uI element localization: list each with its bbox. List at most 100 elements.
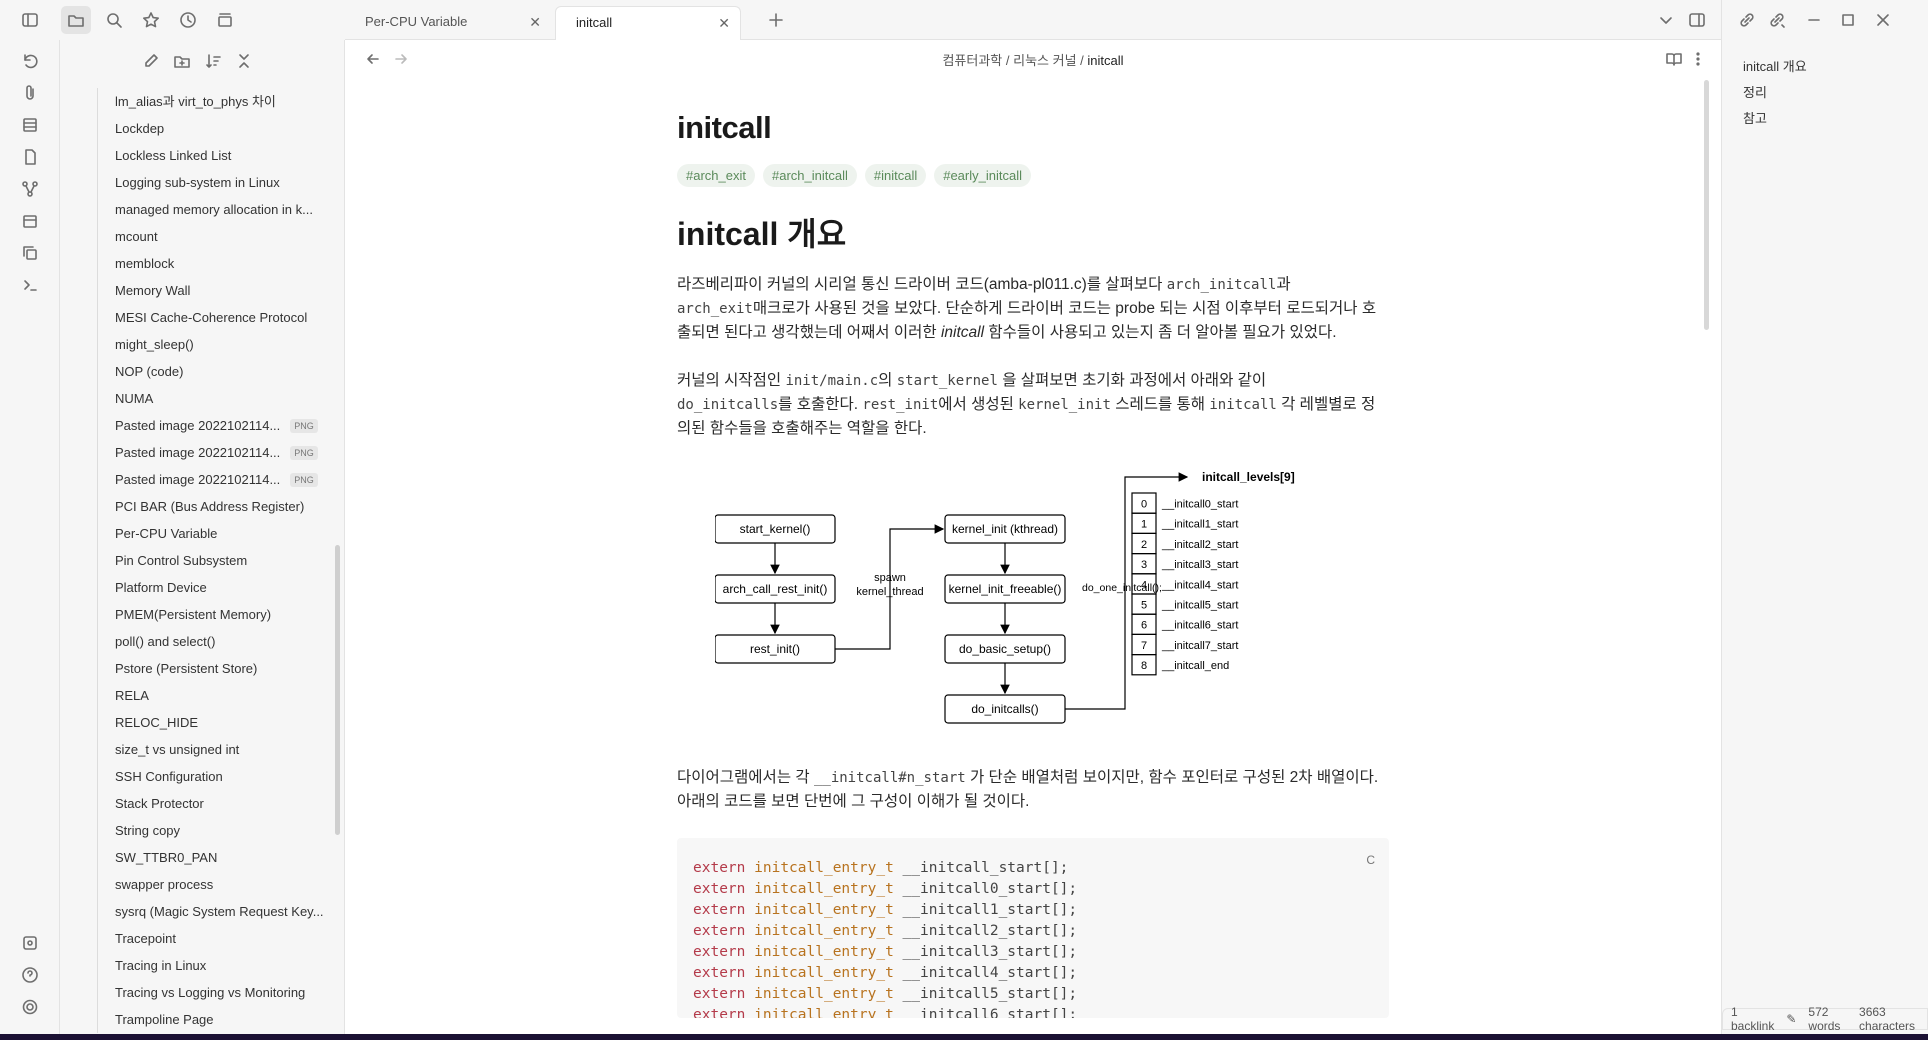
paperclip-icon[interactable] [19,82,41,104]
outline-item[interactable]: 정리 [1743,80,1807,106]
file-tree-item[interactable]: might_sleep() [98,331,327,358]
calendar-icon[interactable] [19,210,41,232]
tab-initcall[interactable]: initcall ✕ [555,6,741,40]
reading-view-icon[interactable] [1663,48,1685,70]
file-tree-item[interactable]: lm_alias과 virt_to_phys 차이 [98,88,327,115]
file-tree-item[interactable]: Pasted image 2022102114... PNG [98,439,327,466]
file-tree-item[interactable]: mcount [98,223,327,250]
status-bar: 1 backlink ✎ 572 words 3663 characters [1722,1005,1928,1033]
minimize-icon[interactable] [1803,9,1825,31]
file-tree-item[interactable]: size_t vs unsigned int [98,736,327,763]
file-tree-item[interactable]: Pasted image 2022102114... PNG [98,466,327,493]
explorer-toolbar [60,40,344,82]
backlink-count[interactable]: 1 backlink [1731,1005,1774,1033]
tag[interactable]: #early_initcall [934,164,1031,187]
note-content[interactable]: initcall #arch_exit #arch_initcall #init… [677,110,1389,1018]
tab-bar: Per-CPU Variable ✕ initcall ✕ [345,0,1721,40]
file-tree-item[interactable]: Tracing in Linux [98,952,327,979]
tag[interactable]: #arch_initcall [762,164,857,187]
file-tree-item[interactable]: Lockdep [98,115,327,142]
window-close-icon[interactable] [1872,9,1894,31]
file-tree-item[interactable]: Tracing vs Logging vs Monitoring [98,979,327,1006]
array-entry: __initcall3_start [1161,559,1238,571]
view-header: 컴퓨터과학 / 리눅스 커널 / initcall [345,40,1721,76]
file-tree-item[interactable]: String copy [98,817,327,844]
file-icon[interactable] [19,146,41,168]
note-title[interactable]: initcall [677,110,1389,146]
undo-icon[interactable] [19,50,41,72]
graph-icon[interactable] [19,178,41,200]
editor-scrollbar[interactable] [1704,80,1709,330]
breadcrumb-item[interactable]: 컴퓨터과학 [942,53,1002,68]
file-tree-item[interactable]: Memory Wall [98,277,327,304]
new-tab-icon[interactable] [765,9,787,31]
file-tree-item[interactable]: Tracepoint [98,925,327,952]
array-index: 3 [1141,559,1147,571]
file-tree-item[interactable]: MESI Cache-Coherence Protocol [98,304,327,331]
new-note-icon[interactable] [140,50,162,72]
array-index: 7 [1141,640,1147,652]
file-tree-item[interactable]: Pstore (Persistent Store) [98,655,327,682]
file-tree-item[interactable]: PMEM(Persistent Memory) [98,601,327,628]
file-tree-item[interactable]: NUMA [98,385,327,412]
breadcrumb-item[interactable]: 리눅스 커널 [1013,53,1076,68]
backlinks-icon[interactable] [1736,9,1758,31]
outgoing-links-icon[interactable] [1766,9,1788,31]
right-sidebar-toggle-icon[interactable] [1686,9,1708,31]
array-entry: __initcall_end [1161,660,1229,672]
cards-icon[interactable] [214,9,236,31]
file-tree-item[interactable]: Per-CPU Variable [98,520,327,547]
file-tree-item[interactable]: Logging sub-system in Linux [98,169,327,196]
help-icon[interactable] [19,964,41,986]
file-tree-item[interactable]: Pin Control Subsystem [98,547,327,574]
tag[interactable]: #initcall [864,164,927,187]
collapse-icon[interactable] [233,50,255,72]
tab-per-cpu-variable[interactable]: Per-CPU Variable ✕ [345,6,551,40]
breadcrumb: 컴퓨터과학 / 리눅스 커널 / initcall [942,53,1124,68]
clock-icon[interactable] [177,9,199,31]
terminal-icon[interactable] [19,274,41,296]
sidebar-toggle-icon[interactable] [19,9,41,31]
file-tree-item[interactable]: Pasted image 2022102114... PNG [98,412,327,439]
folder-icon[interactable] [61,6,91,34]
star-icon[interactable] [140,9,162,31]
file-tree-item[interactable]: PCI BAR (Bus Address Register) [98,493,327,520]
tag[interactable]: #arch_exit [677,164,755,187]
file-tree-item[interactable]: managed memory allocation in k... [98,196,327,223]
sort-icon[interactable] [202,50,224,72]
file-tree-item[interactable]: sysrq (Magic System Request Key... [98,898,327,925]
vault-icon[interactable] [19,932,41,954]
maximize-icon[interactable] [1837,9,1859,31]
sidebar-scrollbar[interactable] [335,545,340,835]
file-tree-item[interactable]: RELOC_HIDE [98,709,327,736]
file-tree-item[interactable]: swapper process [98,871,327,898]
settings-gear-icon[interactable] [19,996,41,1018]
file-tree-item[interactable]: RELA [98,682,327,709]
chevron-down-icon[interactable] [1655,9,1677,31]
search-icon[interactable] [103,9,125,31]
file-tree-item[interactable]: memblock [98,250,327,277]
file-tree-item[interactable]: Trampoline Page [98,1006,327,1033]
diagram-node-do-initcalls: do_initcalls() [971,702,1038,716]
file-tree-item[interactable]: Stack Protector [98,790,327,817]
code-line: extern initcall_entry_t __initcall_start… [693,860,1069,876]
breadcrumb-current[interactable]: initcall [1087,53,1123,68]
heading-initcall-overview: initcall 개요 [677,216,847,252]
more-options-icon[interactable] [1687,48,1709,70]
file-tree-item[interactable]: NOP (code) [98,358,327,385]
outline-item[interactable]: initcall 개요 [1743,54,1807,80]
file-tree-item[interactable]: SW_TTBR0_PAN [98,844,327,871]
file-tree-item[interactable]: Platform Device [98,574,327,601]
file-tree-item[interactable]: SSH Configuration [98,763,327,790]
code-block[interactable]: C extern initcall_entry_t __initcall_sta… [677,838,1389,1018]
close-icon[interactable]: ✕ [718,7,730,39]
file-tree-item[interactable]: Lockless Linked List [98,142,327,169]
list-icon[interactable] [19,114,41,136]
close-icon[interactable]: ✕ [529,6,541,38]
outline-item[interactable]: 참고 [1743,106,1807,132]
character-count: 3663 characters [1859,1005,1916,1033]
new-folder-icon[interactable] [171,50,193,72]
copy-icon[interactable] [19,242,41,264]
file-tree-item[interactable]: poll() and select() [98,628,327,655]
pencil-icon[interactable]: ✎ [1786,1012,1796,1026]
